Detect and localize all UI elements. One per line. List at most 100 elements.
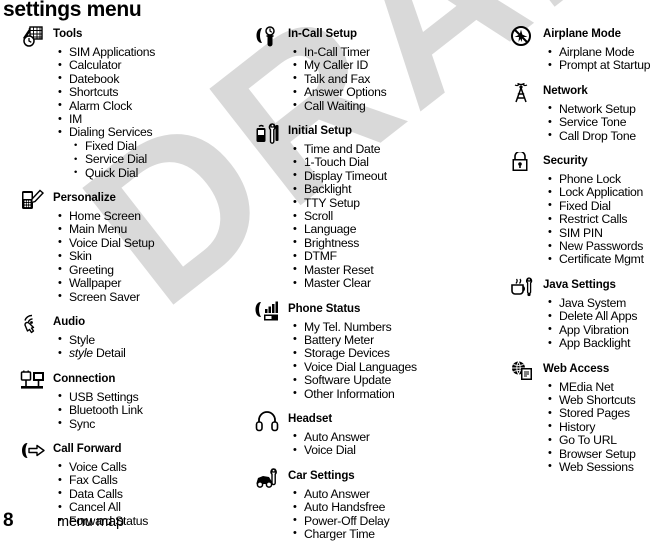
menu-item[interactable]: Main Menu bbox=[58, 223, 245, 237]
menu-item[interactable]: Display Timeout bbox=[293, 169, 495, 183]
menu-item-label: Browser Setup bbox=[559, 446, 636, 461]
menu-group-header: Personalize bbox=[20, 189, 245, 210]
menu-item[interactable]: Style bbox=[58, 333, 245, 347]
menu-item[interactable]: Battery Meter bbox=[293, 333, 495, 347]
menu-item-label: 1-Touch Dial bbox=[304, 155, 369, 170]
menu-item-list: In-Call TimerMy Caller IDTalk and FaxAns… bbox=[255, 45, 495, 113]
menu-item[interactable]: Network Setup bbox=[548, 102, 665, 116]
menu-item[interactable]: Master Clear bbox=[293, 276, 495, 290]
menu-item[interactable]: Bluetooth Link bbox=[58, 403, 245, 417]
menu-item[interactable]: Stored Pages bbox=[548, 407, 665, 421]
call-forward-icon bbox=[20, 440, 46, 462]
menu-item[interactable]: Software Update bbox=[293, 373, 495, 387]
menu-item[interactable]: Data Calls bbox=[58, 487, 245, 501]
menu-subitem[interactable]: Quick Dial bbox=[74, 166, 245, 180]
menu-item[interactable]: Lock Application bbox=[548, 186, 665, 200]
menu-item-label: My Tel. Numbers bbox=[304, 319, 392, 334]
menu-item[interactable]: Java System bbox=[548, 296, 665, 310]
menu-item[interactable]: style Detail bbox=[58, 347, 245, 361]
menu-item[interactable]: Wallpaper bbox=[58, 276, 245, 290]
menu-item-label: Voice Dial Languages bbox=[304, 359, 417, 374]
menu-item[interactable]: Auto Answer bbox=[293, 430, 495, 444]
menu-item[interactable]: Brightness bbox=[293, 235, 495, 250]
menu-item[interactable]: Dialing ServicesFixed DialService DialQu… bbox=[58, 126, 245, 180]
menu-item[interactable]: 1-Touch Dial bbox=[293, 155, 495, 170]
menu-subitem[interactable]: Service Dial bbox=[74, 153, 245, 167]
menu-item[interactable]: Service Tone bbox=[548, 116, 665, 130]
menu-group-title: Call Forward bbox=[53, 442, 122, 455]
menu-item[interactable]: Skin bbox=[58, 250, 245, 264]
menu-item[interactable]: Greeting bbox=[58, 263, 245, 277]
menu-item-label: Calculator bbox=[69, 58, 122, 73]
menu-item[interactable]: Answer Options bbox=[293, 86, 495, 100]
menu-item-label: Web Sessions bbox=[559, 459, 634, 474]
menu-item[interactable]: New Passwords bbox=[548, 239, 665, 253]
menu-item[interactable]: Storage Devices bbox=[293, 347, 495, 361]
menu-item[interactable]: App Vibration bbox=[548, 323, 665, 337]
menu-subitem[interactable]: Fixed Dial bbox=[74, 139, 245, 153]
menu-item[interactable]: USB Settings bbox=[58, 390, 245, 404]
menu-item[interactable]: Go To URL bbox=[548, 433, 665, 448]
menu-item[interactable]: App Backlight bbox=[548, 336, 665, 350]
menu-column-3: Airplane ModeAirplane ModePrompt at Star… bbox=[510, 26, 665, 485]
menu-group-title: Audio bbox=[53, 315, 86, 328]
menu-item[interactable]: Voice Dial Setup bbox=[58, 236, 245, 250]
menu-item-label: History bbox=[559, 419, 596, 434]
in-call-setup-icon bbox=[255, 25, 281, 47]
menu-item[interactable]: Call Drop Tone bbox=[548, 129, 665, 143]
menu-item-label: Brightness bbox=[304, 235, 360, 250]
menu-item[interactable]: Master Reset bbox=[293, 263, 495, 277]
menu-item[interactable]: Language bbox=[293, 222, 495, 237]
menu-item[interactable]: Calculator bbox=[58, 58, 245, 73]
menu-item[interactable]: Home Screen bbox=[58, 209, 245, 223]
menu-item[interactable]: Voice Calls bbox=[58, 460, 245, 474]
menu-item[interactable]: SIM Applications bbox=[58, 45, 245, 59]
menu-item[interactable]: Certificate Mgmt bbox=[548, 253, 665, 267]
menu-item[interactable]: My Tel. Numbers bbox=[293, 319, 495, 334]
menu-item[interactable]: In-Call Timer bbox=[293, 45, 495, 59]
menu-item[interactable]: Web Shortcuts bbox=[548, 393, 665, 407]
menu-item[interactable]: MEdia Net bbox=[548, 379, 665, 394]
menu-item[interactable]: Scroll bbox=[293, 209, 495, 223]
menu-item[interactable]: Delete All Apps bbox=[548, 310, 665, 324]
menu-item[interactable]: IM bbox=[58, 112, 245, 126]
menu-item[interactable]: Talk and Fax bbox=[293, 72, 495, 86]
menu-item[interactable]: My Caller ID bbox=[293, 59, 495, 73]
menu-item[interactable]: Shortcuts bbox=[58, 86, 245, 100]
menu-group: Airplane ModeAirplane ModePrompt at Star… bbox=[510, 26, 665, 73]
menu-item[interactable]: Screen Saver bbox=[58, 290, 245, 304]
menu-item-label: Other Information bbox=[304, 386, 395, 401]
menu-item[interactable]: History bbox=[548, 419, 665, 434]
car-settings-icon bbox=[255, 467, 281, 489]
menu-item[interactable]: SIM PIN bbox=[548, 226, 665, 240]
menu-item[interactable]: Voice Dial bbox=[293, 444, 495, 458]
menu-item[interactable]: Other Information bbox=[293, 386, 495, 401]
footer-label: menu map bbox=[57, 514, 124, 530]
menu-group-title: Initial Setup bbox=[288, 125, 352, 138]
menu-item[interactable]: Backlight bbox=[293, 183, 495, 197]
menu-item[interactable]: Call Waiting bbox=[293, 99, 495, 113]
menu-item[interactable]: Voice Dial Languages bbox=[293, 359, 495, 374]
menu-item-label: MEdia Net bbox=[559, 379, 614, 394]
menu-item[interactable]: DTMF bbox=[293, 250, 495, 264]
menu-item[interactable]: TTY Setup bbox=[293, 196, 495, 210]
menu-item[interactable]: Fixed Dial bbox=[548, 199, 665, 213]
menu-item-label: Phone Lock bbox=[559, 172, 621, 187]
menu-item[interactable]: Phone Lock bbox=[548, 172, 665, 187]
menu-item[interactable]: Web Sessions bbox=[548, 459, 665, 474]
menu-item[interactable]: Auto Answer bbox=[293, 487, 495, 501]
menu-item[interactable]: Prompt at Startup bbox=[548, 59, 665, 73]
menu-column-1: ToolsSIM ApplicationsCalculatorDatebookS… bbox=[20, 26, 245, 539]
menu-item[interactable]: Browser Setup bbox=[548, 446, 665, 461]
menu-group-header: Java Settings bbox=[510, 277, 665, 297]
menu-item[interactable]: Sync bbox=[58, 417, 245, 431]
menu-item[interactable]: Airplane Mode bbox=[548, 45, 665, 59]
menu-item[interactable]: Alarm Clock bbox=[58, 99, 245, 113]
menu-item-label: Language bbox=[304, 222, 357, 237]
menu-subitem-list: Fixed DialService DialQuick Dial bbox=[69, 139, 245, 180]
menu-item[interactable]: Restrict Calls bbox=[548, 213, 665, 227]
menu-item[interactable]: Datebook bbox=[58, 72, 245, 86]
menu-item[interactable]: Time and Date bbox=[293, 142, 495, 156]
menu-item-label: Go To URL bbox=[559, 433, 617, 448]
menu-item[interactable]: Fax Calls bbox=[58, 474, 245, 488]
